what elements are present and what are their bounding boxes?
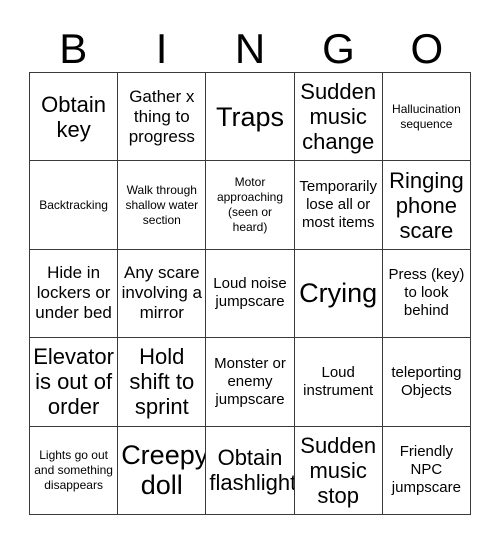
bingo-cell-r1c5[interactable]: Hallucination sequence	[382, 73, 471, 162]
bingo-cell-r3c2[interactable]: Any scare involving a mirror	[118, 249, 207, 339]
bingo-cell-label: Any scare involving a mirror	[121, 263, 202, 323]
bingo-cell-r3c1[interactable]: Hide in lockers or under bed	[30, 249, 119, 339]
header-letter-g: G	[322, 25, 355, 72]
bingo-cell-label: Friendly NPC jumpscare	[391, 443, 461, 497]
bingo-cell-r3c4[interactable]: Crying	[294, 249, 383, 339]
bingo-grid: Obtain key Gather x thing to progress Trap…	[29, 72, 471, 515]
bingo-cell-label: Creepy doll	[121, 440, 207, 501]
bingo-cell-r5c4[interactable]: Sudden music stop	[294, 426, 383, 515]
bingo-cell-label: Traps	[215, 101, 284, 132]
bingo-cell-label: Obtain key	[41, 91, 106, 142]
bingo-cell-r4c2[interactable]: Hold shift to sprint	[118, 338, 207, 427]
bingo-cell-r4c4[interactable]: Loud instrument	[294, 338, 383, 427]
bingo-cell-r4c5[interactable]: teleporting Objects	[382, 338, 471, 427]
bingo-card: B I N G O Obtain key Gather x thing to pr…	[0, 0, 500, 544]
bingo-cell-label: Loud noise jumpscare	[213, 275, 287, 311]
bingo-cell-label: Press (key) to look behind	[388, 266, 465, 320]
bingo-cell-label: Gather x thing to progress	[128, 86, 195, 146]
bingo-cell-r5c1[interactable]: Lights go out and something disappears	[30, 426, 119, 515]
bingo-cell-label: Walk through shallow water section	[125, 182, 199, 227]
bingo-cell-r4c1[interactable]: Elevator is out of order	[30, 338, 119, 427]
bingo-cell-r2c5[interactable]: Ringing phone scare	[382, 161, 471, 250]
bingo-cell-label: Loud instrument	[303, 363, 374, 399]
bingo-cell-label: Sudden music change	[300, 79, 377, 155]
bingo-cell-r5c3[interactable]: Obtain flashlight	[206, 426, 295, 515]
bingo-cell-label: Crying	[299, 278, 378, 309]
bingo-cell-r1c4[interactable]: Sudden music change	[294, 73, 383, 162]
bingo-cell-label: Hold shift to sprint	[129, 344, 195, 420]
bingo-cell-r5c2[interactable]: Creepy doll	[118, 426, 207, 515]
bingo-header-row: B I N G O	[29, 14, 471, 72]
header-letter-o: O	[410, 25, 444, 72]
bingo-cell-r2c1[interactable]: Backtracking	[30, 161, 119, 250]
bingo-cell-r2c3[interactable]: Motor approaching (seen or heard)	[206, 161, 295, 250]
bingo-cell-label: Backtracking	[39, 197, 108, 212]
bingo-cell-label: Hallucination sequence	[392, 101, 461, 131]
bingo-cell-label: Ringing phone scare	[389, 167, 464, 243]
bingo-cell-r1c3[interactable]: Traps	[206, 73, 295, 162]
bingo-cell-r5c5[interactable]: Friendly NPC jumpscare	[382, 426, 471, 515]
bingo-cell-r4c3[interactable]: Monster or enemy jumpscare	[206, 338, 295, 427]
header-letter-b: B	[59, 25, 88, 72]
bingo-cell-label: Temporarily lose all or most items	[299, 178, 377, 232]
bingo-cell-r3c5[interactable]: Press (key) to look behind	[382, 249, 471, 339]
bingo-cell-r3c3[interactable]: Loud noise jumpscare	[206, 249, 295, 339]
bingo-cell-r1c1[interactable]: Obtain key	[30, 73, 119, 162]
bingo-cell-r2c2[interactable]: Walk through shallow water section	[118, 161, 207, 250]
header-letter-i: I	[155, 25, 168, 72]
bingo-cell-label: Motor approaching (seen or heard)	[216, 175, 284, 235]
bingo-cell-label: Hide in lockers or under bed	[35, 263, 112, 323]
header-letter-n: N	[234, 25, 266, 72]
bingo-cell-label: Obtain flashlight	[209, 445, 295, 496]
bingo-cell-label: Monster or enemy jumpscare	[214, 354, 286, 408]
bingo-cell-label: Sudden music stop	[300, 432, 377, 508]
bingo-cell-r1c2[interactable]: Gather x thing to progress	[118, 73, 207, 162]
bingo-cell-label: teleporting Objects	[391, 363, 462, 399]
bingo-cell-r2c4[interactable]: Temporarily lose all or most items	[294, 161, 383, 250]
bingo-cell-label: Elevator is out of order	[33, 344, 114, 420]
bingo-cell-label: Lights go out and something disappears	[34, 447, 113, 492]
